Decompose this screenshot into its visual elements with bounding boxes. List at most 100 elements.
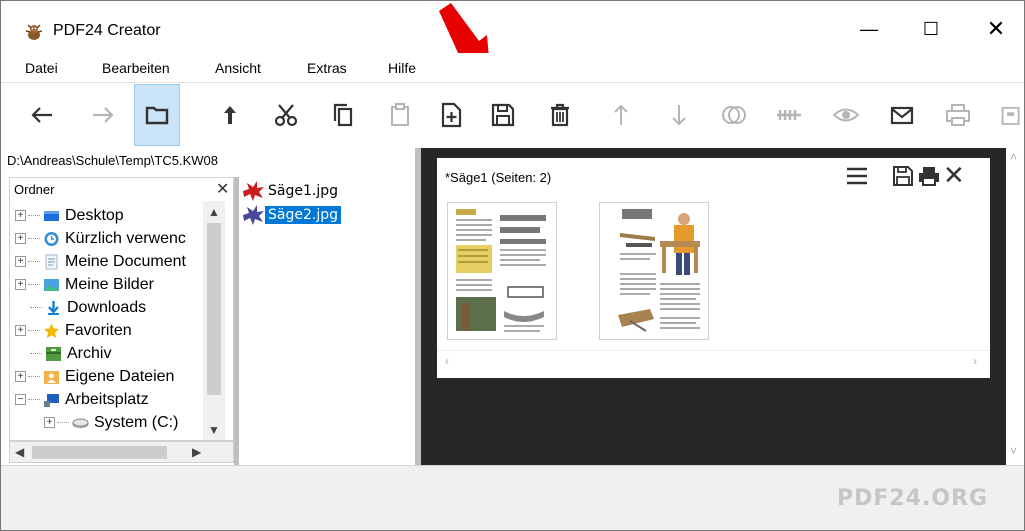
folder-tree-vertical-scrollbar[interactable]: ▲ ▼ <box>203 201 225 440</box>
page-thumbnail-2[interactable] <box>599 202 709 340</box>
paste-button[interactable] <box>377 84 423 146</box>
menu-bearbeiten[interactable]: Bearbeiten <box>102 60 170 76</box>
move-down-icon <box>672 105 686 126</box>
scroll-up-icon[interactable]: ▲ <box>208 205 220 219</box>
menu-hilfe[interactable]: Hilfe <box>388 60 416 76</box>
delete-button[interactable] <box>537 84 583 146</box>
desktop-icon <box>44 210 59 221</box>
merge-icon <box>722 106 746 124</box>
tree-expander[interactable]: + <box>15 279 26 290</box>
print-icon <box>946 104 970 126</box>
scrollbar-thumb[interactable] <box>32 446 167 459</box>
close-folder-pane-button[interactable]: ✕ <box>216 179 229 199</box>
page-thumbnail-1[interactable] <box>447 202 557 340</box>
folder-pane-title: Ordner <box>14 182 55 197</box>
archive-icon <box>46 346 61 361</box>
minimize-button[interactable]: — <box>846 11 892 47</box>
scissors-icon <box>274 104 298 127</box>
menu-extras[interactable]: Extras <box>307 60 347 76</box>
file-item-saege2[interactable]: Säge2.jpg <box>241 204 342 226</box>
parent-folder-button[interactable] <box>207 84 253 146</box>
tree-expander[interactable]: + <box>15 371 26 382</box>
user-files-icon <box>44 370 59 384</box>
compress-icon <box>777 110 801 120</box>
file-item-saege1[interactable]: Säge1.jpg <box>241 180 341 202</box>
image-file-icon <box>243 205 264 225</box>
brand-logo[interactable]: PDF24.ORG <box>837 486 988 511</box>
move-up-button[interactable] <box>598 84 644 146</box>
tree-expander[interactable]: + <box>15 325 26 336</box>
close-window-button[interactable]: ✕ <box>973 11 1019 47</box>
document-horizontal-scrollbar[interactable]: ‹ › <box>437 350 990 372</box>
merge-button[interactable] <box>711 84 757 146</box>
print-icon[interactable] <box>917 164 941 188</box>
tree-expander[interactable]: + <box>15 210 26 221</box>
scroll-left-icon[interactable]: ‹ <box>445 354 449 368</box>
move-down-button[interactable] <box>656 84 702 146</box>
workspace-vertical-scrollbar[interactable]: ˄ ˅ <box>1006 148 1024 465</box>
tree-item-system-drive[interactable]: + System (C:) <box>44 411 178 434</box>
downloads-icon <box>48 300 59 315</box>
forward-arrow-icon <box>93 107 114 123</box>
compress-button[interactable] <box>766 84 812 146</box>
tree-item-documents[interactable]: + Meine Document <box>15 250 186 273</box>
copy-button[interactable] <box>320 84 366 146</box>
open-folder-button[interactable] <box>134 84 180 146</box>
scroll-up-icon[interactable]: ˄ <box>1010 150 1017 164</box>
star-icon <box>44 323 59 338</box>
tree-expander[interactable]: + <box>44 417 55 428</box>
scroll-down-icon[interactable]: ˅ <box>1010 444 1017 458</box>
recent-icon <box>44 231 59 246</box>
file-list: Säge1.jpg Säge2.jpg <box>239 177 415 465</box>
document-card: *Säge1 (Seiten: 2) ✕ ‹ › <box>437 158 990 378</box>
save-button[interactable] <box>480 84 526 146</box>
tree-expander[interactable]: + <box>15 256 26 267</box>
tree-item-pictures[interactable]: + Meine Bilder <box>15 273 154 296</box>
document-workspace: *Säge1 (Seiten: 2) ✕ ‹ › <box>421 148 1006 465</box>
maximize-button[interactable]: ☐ <box>908 11 954 47</box>
save-icon[interactable] <box>892 164 914 188</box>
fax-button[interactable] <box>991 84 1024 146</box>
print-button[interactable] <box>935 84 981 146</box>
tree-item-downloads[interactable]: Downloads <box>30 296 146 319</box>
footer-bar: PDF24.ORG <box>1 465 1024 530</box>
forward-button[interactable] <box>80 84 126 146</box>
tree-item-desktop[interactable]: + Desktop <box>15 204 124 227</box>
scroll-down-icon[interactable]: ▼ <box>208 423 220 437</box>
menu-datei[interactable]: Datei <box>25 60 58 76</box>
preview-button[interactable] <box>823 84 869 146</box>
folder-pane-header: Ordner ✕ <box>9 177 234 201</box>
scroll-right-icon[interactable]: ▶ <box>192 445 201 459</box>
pictures-icon <box>44 278 59 291</box>
title-bar: PDF24 Creator — ☐ ✕ <box>1 1 1024 53</box>
tree-item-archive[interactable]: Archiv <box>30 342 111 365</box>
folder-tree-horizontal-scrollbar[interactable]: ◀ ▶ <box>9 441 234 463</box>
page-1-preview-image <box>456 209 546 332</box>
current-path: D:\Andreas\Schule\Temp\TC5.KW08 <box>1 148 416 178</box>
menu-icon[interactable] <box>845 164 869 188</box>
scroll-right-icon[interactable]: › <box>973 354 977 368</box>
up-arrow-icon <box>224 106 236 124</box>
new-document-button[interactable] <box>428 84 474 146</box>
tree-item-computer[interactable]: − Arbeitsplatz <box>15 388 149 411</box>
tree-item-user-files[interactable]: + Eigene Dateien <box>15 365 174 388</box>
save-icon <box>491 103 515 127</box>
menu-ansicht[interactable]: Ansicht <box>215 60 261 76</box>
app-window: PDF24 Creator — ☐ ✕ Datei Bearbeiten Ans… <box>0 0 1025 531</box>
scroll-left-icon[interactable]: ◀ <box>15 445 24 459</box>
computer-icon <box>44 393 59 407</box>
email-icon <box>890 106 914 125</box>
drive-icon <box>72 418 89 428</box>
delete-icon <box>551 103 569 127</box>
tree-expander[interactable]: + <box>15 233 26 244</box>
toolbar <box>1 84 1024 146</box>
tree-item-favorites[interactable]: + Favoriten <box>15 319 132 342</box>
back-arrow-icon <box>31 107 52 123</box>
email-button[interactable] <box>879 84 925 146</box>
close-document-icon[interactable]: ✕ <box>943 162 965 188</box>
cut-button[interactable] <box>263 84 309 146</box>
back-button[interactable] <box>19 84 65 146</box>
tree-expander[interactable]: − <box>15 394 26 405</box>
scrollbar-thumb[interactable] <box>207 223 221 395</box>
tree-item-recent[interactable]: + Kürzlich verwenc <box>15 227 186 250</box>
